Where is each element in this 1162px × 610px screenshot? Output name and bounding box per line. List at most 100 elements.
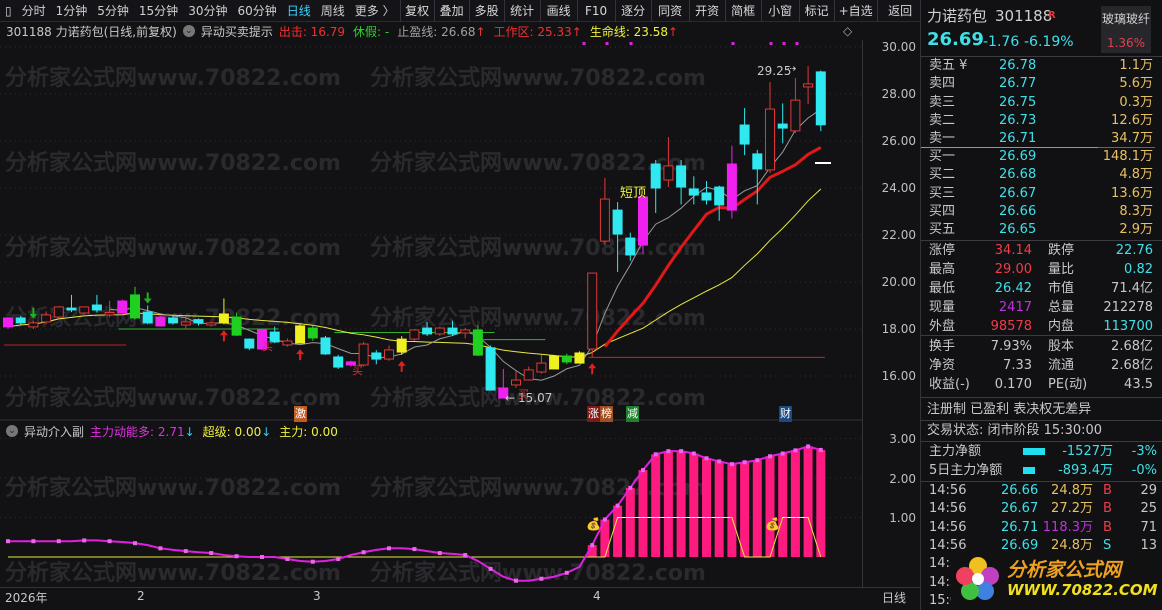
quote-panel: 力诺药包 301188 R 玻璃玻纤 1.36% 26.69 -1.76 -6.…: [920, 0, 1162, 610]
period-tab[interactable]: 日线: [282, 0, 316, 22]
candle-body: [28, 322, 39, 328]
toolbar-button[interactable]: 开资: [688, 0, 725, 22]
stat-value: 0.82: [1124, 262, 1153, 277]
sell-arrow-icon: [29, 307, 38, 319]
candle-body: [104, 312, 115, 316]
event-badge[interactable]: 减: [626, 406, 639, 422]
power-dot: [704, 456, 709, 461]
toolbar-button[interactable]: +自选: [833, 0, 877, 22]
order-book-row: 买一 26.69 148.1万: [921, 148, 1162, 166]
power-dot: [590, 543, 595, 548]
event-badge[interactable]: 涨: [587, 406, 600, 422]
level-price: 26.75: [999, 94, 1037, 110]
level-volume: 4.8万: [1119, 167, 1153, 183]
signal-dot: [795, 42, 799, 45]
power-dot: [729, 462, 734, 467]
candle-body: [803, 83, 814, 88]
toolbar-button[interactable]: 画线: [539, 0, 577, 22]
price-axis: [862, 40, 920, 588]
candle-body: [790, 99, 801, 132]
toolbar-button[interactable]: 复权: [399, 0, 434, 22]
toolbar-button[interactable]: 标记: [798, 0, 834, 22]
candle-body: [307, 327, 318, 339]
power-dot: [641, 468, 645, 473]
power-bar: [714, 461, 724, 557]
toolbar-button[interactable]: 逐分: [614, 0, 651, 22]
candle-body: [130, 294, 140, 319]
power-dot: [615, 503, 620, 508]
level-volume: 13.6万: [1111, 185, 1153, 201]
period-label[interactable]: 日线: [882, 589, 906, 606]
indicator-name[interactable]: 异动买卖提示: [201, 23, 273, 40]
candle-body: [91, 304, 102, 311]
buy-arrow-icon: [588, 363, 597, 375]
power-dot: [310, 559, 315, 564]
candle-body: [676, 165, 687, 188]
candle-body: [663, 165, 674, 181]
candle-body: [612, 209, 623, 235]
candle-body: [574, 352, 585, 364]
candle-body: [434, 327, 445, 335]
toolbar-button[interactable]: 统计: [503, 0, 540, 22]
panel-toggle-icon[interactable]: ▯: [0, 0, 17, 22]
toolbar-button[interactable]: 返回: [876, 0, 923, 22]
tick-time: 14:56: [929, 519, 967, 535]
toolbar-button[interactable]: 小窗: [760, 0, 799, 22]
toolbar-button[interactable]: 多股: [468, 0, 504, 22]
stat-value: 71.4亿: [1111, 281, 1153, 296]
kline-chart[interactable]: [0, 0, 862, 610]
candle-body: [295, 325, 306, 344]
stat-row: 收益(-) 0.170 PE(动) 43.5: [921, 376, 1162, 394]
level-volume: 5.6万: [1119, 76, 1153, 92]
power-dot: [260, 555, 264, 559]
toolbar-button[interactable]: 简框: [724, 0, 761, 22]
power-dot: [818, 447, 823, 452]
arrow-up-icon: ↑: [668, 24, 679, 39]
period-tab[interactable]: 15分钟: [134, 0, 183, 22]
time-axis: 2026年 2 3 4 日线: [0, 587, 920, 605]
toolbar-button[interactable]: 同资: [650, 0, 689, 22]
period-tab[interactable]: 30分钟: [183, 0, 232, 22]
price-tick: 20.00: [881, 275, 916, 289]
power-bar: [625, 487, 635, 557]
dropdown-icon[interactable]: ⌄: [6, 425, 18, 437]
period-tab[interactable]: 分时: [17, 0, 51, 22]
main-legend: 301188 力诺药包(日线,前复权) ⌄ 异动买卖提示 出击: 16.79 休假…: [0, 22, 862, 40]
event-badge[interactable]: 激: [294, 406, 307, 422]
signal-dot: [629, 42, 633, 45]
legend-item: 超级: 0.00↓: [203, 423, 272, 440]
stat-label: 量比: [1048, 262, 1075, 277]
power-bar: [663, 451, 673, 557]
period-tab[interactable]: 1分钟: [51, 0, 93, 22]
power-bar: [638, 470, 648, 557]
stat-row: 最低 26.42 市值 71.4亿: [921, 280, 1162, 298]
period-tab[interactable]: 60分钟: [232, 0, 281, 22]
event-badge[interactable]: 财: [779, 406, 792, 422]
period-tab[interactable]: 5分钟: [92, 0, 134, 22]
toolbar-button[interactable]: F10: [576, 0, 615, 22]
level-volume: 12.6万: [1111, 112, 1153, 128]
power-dot: [806, 444, 811, 449]
power-bar: [651, 454, 661, 557]
candle-body: [282, 340, 293, 346]
period-tab[interactable]: 周线: [316, 0, 350, 22]
stock-name: 力诺药包: [927, 7, 988, 25]
signal-dot: [582, 42, 586, 45]
power-dot: [437, 551, 442, 556]
power-dot: [514, 578, 518, 583]
power-dot: [679, 449, 684, 454]
power-dot: [463, 553, 468, 558]
legend-value: 出击: 16.79: [278, 24, 346, 39]
diamond-icon[interactable]: ◇: [843, 24, 852, 38]
level-volume: 34.7万: [1111, 131, 1153, 147]
flower-logo-icon: [956, 557, 999, 600]
candle-body: [726, 163, 737, 211]
indicator-name[interactable]: 异动介入副: [24, 423, 84, 440]
dropdown-icon[interactable]: ⌄: [182, 25, 195, 37]
toolbar-button[interactable]: 叠加: [433, 0, 469, 22]
legend-value: 生命线: 23.58: [589, 24, 669, 39]
price-tick: 16.00: [881, 369, 916, 383]
period-tab[interactable]: 更多 〉: [350, 0, 400, 22]
level-label: 买五: [929, 222, 956, 238]
event-badge[interactable]: 榜: [600, 406, 613, 422]
